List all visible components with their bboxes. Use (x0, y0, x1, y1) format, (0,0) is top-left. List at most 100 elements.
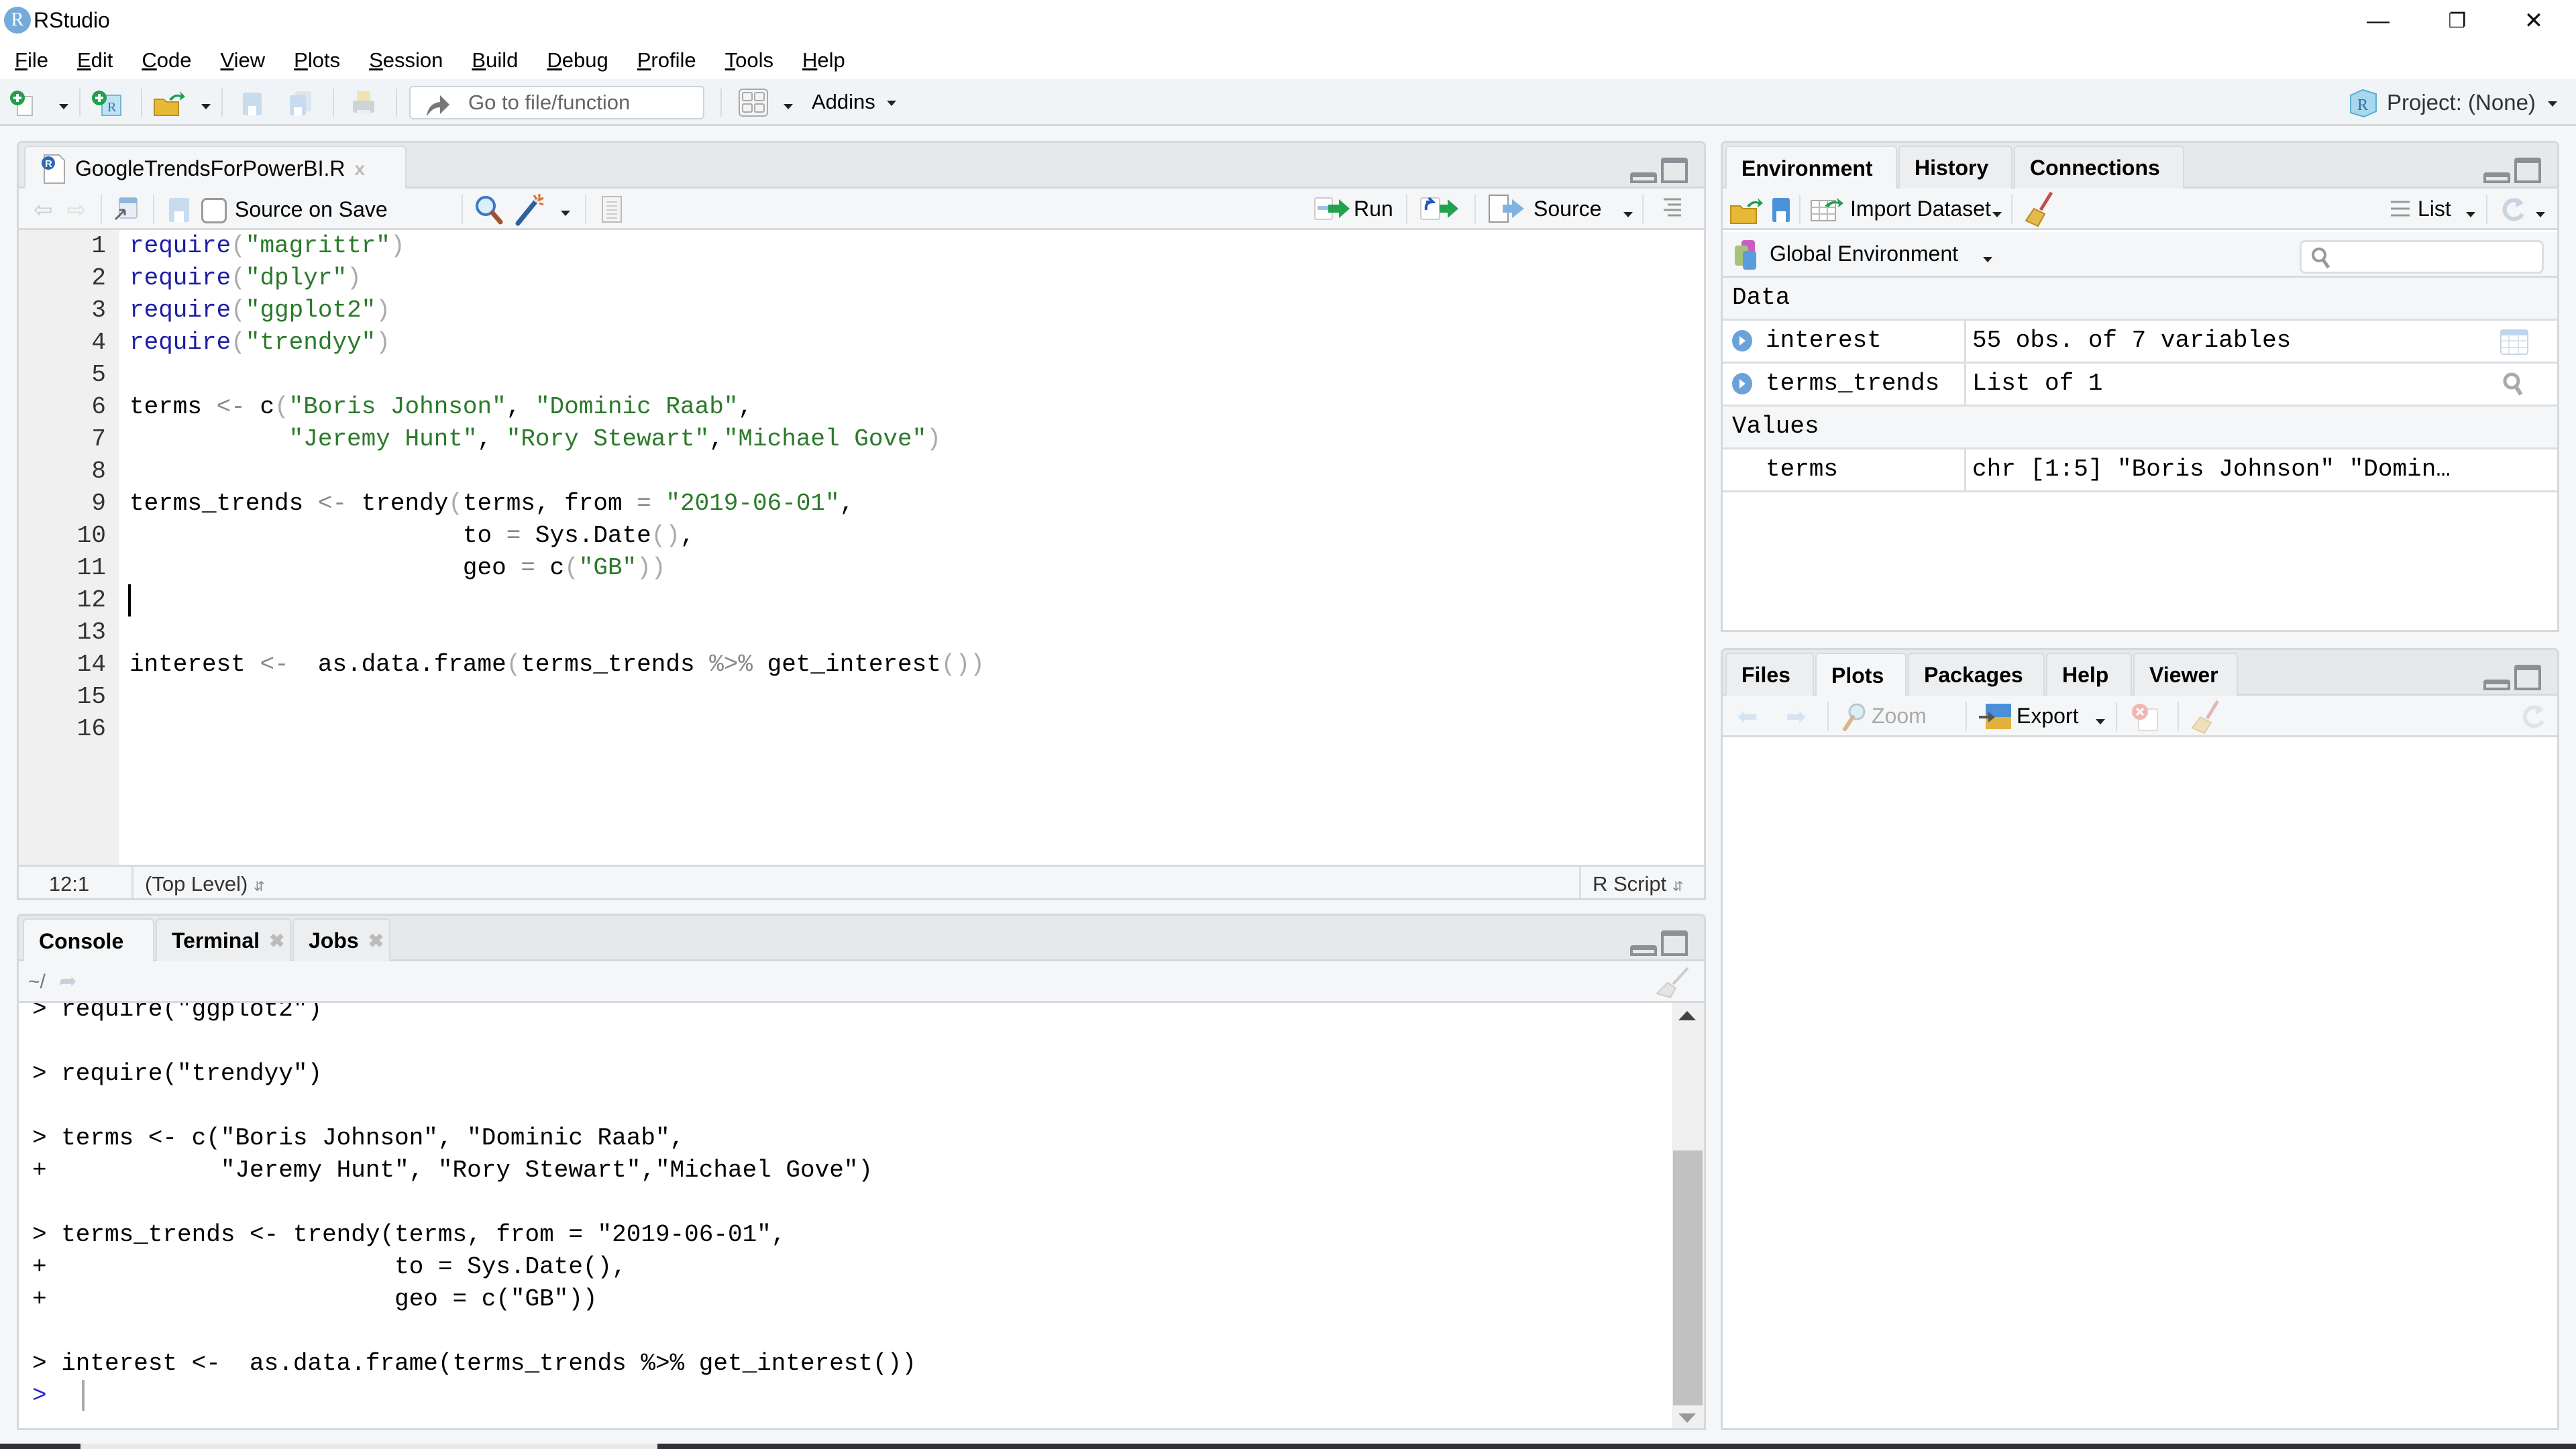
close-jobs-icon[interactable]: ✖ (368, 930, 384, 952)
new-project-icon[interactable]: R (91, 90, 123, 117)
open-file-dropdown[interactable] (201, 101, 211, 113)
code-line[interactable]: 14 interest <- as.data.frame(terms_trends… (19, 649, 1704, 681)
clear-console-broom-icon[interactable] (1656, 967, 1690, 999)
console-scrollbar[interactable] (1672, 1003, 1704, 1428)
pane-layout-dropdown[interactable] (784, 101, 793, 113)
new-file-icon[interactable] (9, 90, 36, 117)
back-arrow-icon[interactable]: ⇦ (34, 197, 53, 223)
environment-scope-dropdown[interactable] (1983, 254, 1992, 266)
menu-build[interactable]: Build (472, 48, 518, 72)
menu-edit[interactable]: Edit (77, 48, 113, 72)
env-row-terms-trends[interactable]: terms_trends List of 1 (1723, 364, 2557, 407)
clear-workspace-broom-icon[interactable] (2025, 191, 2054, 227)
print-icon[interactable] (350, 90, 377, 117)
env-row-terms[interactable]: terms chr [1:5] "Boris Johnson" "Domin… (1723, 449, 2557, 492)
scroll-up-arrow-icon[interactable] (1678, 1011, 1696, 1020)
import-dataset-dropdown[interactable] (1992, 209, 2002, 221)
project-menu[interactable]: Project: (None) (2387, 90, 2558, 115)
menu-debug[interactable]: Debug (547, 48, 608, 72)
code-line[interactable]: 10 to = Sys.Date(), (19, 520, 1704, 552)
menu-plots[interactable]: Plots (294, 48, 340, 72)
tab-files[interactable]: Files (1725, 653, 1814, 696)
pane-layout-icon[interactable] (738, 88, 769, 117)
code-line[interactable]: 9 terms_trends <- trendy(terms, from = "2… (19, 488, 1704, 520)
run-button[interactable]: Run (1354, 197, 1393, 221)
refresh-icon[interactable] (2498, 195, 2528, 225)
refresh-dropdown[interactable] (2536, 209, 2545, 221)
tab-plots[interactable]: Plots (1815, 653, 1907, 698)
source-on-save-checkbox[interactable] (201, 198, 227, 223)
addins-menu[interactable]: Addins (812, 90, 897, 114)
view-mode-selector[interactable]: List (2418, 197, 2451, 221)
close-terminal-icon[interactable]: ✖ (269, 930, 284, 952)
tab-connections[interactable]: Connections (2014, 146, 2184, 189)
maximize-pane-icon[interactable] (1661, 158, 1688, 183)
new-file-dropdown[interactable] (59, 101, 68, 113)
scroll-down-arrow-icon[interactable] (1678, 1413, 1696, 1423)
open-file-icon[interactable] (153, 90, 185, 117)
code-tools-wand-icon[interactable] (514, 193, 546, 226)
import-dataset-button[interactable]: Import Dataset (1850, 197, 1991, 221)
minimize-pane-icon[interactable] (1630, 172, 1657, 183)
tab-environment[interactable]: Environment (1725, 146, 1897, 191)
source-button[interactable]: Source (1534, 197, 1601, 221)
export-button[interactable]: Export (2017, 704, 2078, 729)
refresh-plots-icon[interactable] (2518, 702, 2548, 732)
tab-help[interactable]: Help (2046, 653, 2132, 696)
menu-tools[interactable]: Tools (725, 48, 773, 72)
working-directory[interactable]: ~/ (28, 971, 46, 994)
inspect-search-icon[interactable] (2502, 372, 2526, 398)
compile-report-icon[interactable] (600, 195, 624, 223)
menu-help[interactable]: Help (802, 48, 845, 72)
console-prompt[interactable]: > (32, 1380, 47, 1412)
remove-plot-icon[interactable] (2131, 702, 2160, 732)
code-line[interactable]: 1 require("magrittr") (19, 230, 1704, 262)
minimize-pane-icon[interactable] (2483, 172, 2510, 183)
taskbar-active-window[interactable] (80, 1444, 657, 1449)
code-line[interactable]: 3 require("ggplot2") (19, 294, 1704, 327)
minimize-button[interactable]: — (2341, 0, 2415, 42)
code-line[interactable]: 2 require("dplyr") (19, 262, 1704, 294)
code-editor[interactable]: 1 require("magrittr") 2 require("dplyr") 3 re… (19, 230, 1704, 865)
code-line[interactable]: 12 (19, 584, 1704, 616)
close-tab-icon[interactable]: x (355, 158, 366, 180)
go-to-directory-icon[interactable]: ➦ (59, 968, 77, 994)
code-line[interactable]: 5 (19, 359, 1704, 391)
menu-profile[interactable]: Profile (637, 48, 696, 72)
outline-icon[interactable] (1661, 197, 1684, 219)
console-minmax[interactable] (1630, 930, 1688, 956)
scope-selector[interactable]: (Top Level) ⇵ (145, 872, 265, 896)
rerun-icon[interactable] (1419, 195, 1460, 222)
environment-minmax[interactable] (2483, 158, 2541, 183)
editor-minmax[interactable] (1630, 158, 1688, 183)
code-tools-dropdown[interactable] (561, 207, 570, 219)
save-icon[interactable] (239, 90, 266, 117)
code-line[interactable]: 4 require("trendyy") (19, 327, 1704, 359)
tab-terminal[interactable]: Terminal ✖ (156, 918, 291, 961)
environment-search-input[interactable] (2300, 240, 2544, 274)
maximize-pane-icon[interactable] (2514, 158, 2541, 183)
table-view-icon[interactable] (2500, 329, 2529, 356)
source-dropdown[interactable] (1623, 209, 1633, 221)
minimize-pane-icon[interactable] (2483, 680, 2510, 690)
tab-packages[interactable]: Packages (1908, 653, 2045, 696)
tab-history[interactable]: History (1898, 146, 2012, 189)
load-workspace-icon[interactable] (1729, 195, 1764, 225)
view-mode-dropdown[interactable] (2466, 209, 2475, 221)
menu-view[interactable]: View (221, 48, 266, 72)
code-line[interactable]: 15 (19, 681, 1704, 713)
maximize-pane-icon[interactable] (1661, 930, 1688, 956)
export-dropdown[interactable] (2096, 716, 2105, 728)
save-workspace-icon[interactable] (1771, 197, 1791, 223)
previous-plot-icon[interactable]: ⬅ (1737, 702, 1758, 731)
show-in-window-icon[interactable] (113, 195, 140, 222)
env-row-interest[interactable]: interest 55 obs. of 7 variables (1723, 321, 2557, 364)
go-to-file-function-input[interactable]: Go to file/function (409, 86, 704, 119)
next-plot-icon[interactable]: ➡ (1786, 702, 1806, 731)
expand-icon[interactable] (1732, 330, 1752, 352)
save-all-icon[interactable] (287, 90, 314, 117)
console-output[interactable]: > require("ggplot2") > require("trendyy")… (19, 1003, 1672, 1428)
menu-session[interactable]: Session (369, 48, 443, 72)
code-line[interactable]: 11 geo = c("GB")) (19, 552, 1704, 584)
code-line[interactable]: 13 (19, 616, 1704, 649)
